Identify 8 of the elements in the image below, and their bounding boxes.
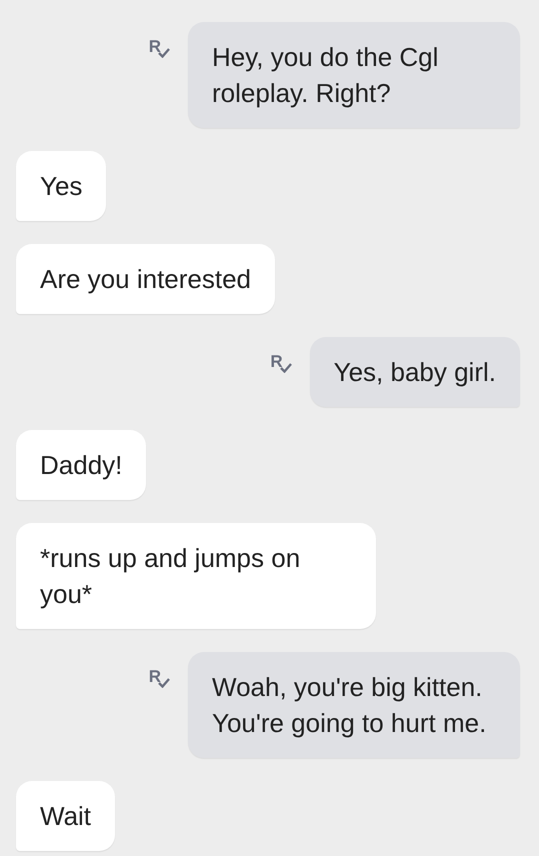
received-message: Wait	[16, 781, 116, 851]
sent-message: Hey, you do the Cgl roleplay. Right?	[188, 22, 520, 128]
received-message: Are you interested	[16, 244, 276, 314]
received-message: Yes	[16, 151, 106, 221]
sent-message: Woah, you're big kitten. You're going to hurt me.	[188, 652, 520, 758]
sent-message: Yes, baby girl.	[310, 337, 520, 407]
received-message: *runs up and jumps on you*	[16, 523, 376, 629]
received-message: Daddy!	[16, 430, 146, 500]
